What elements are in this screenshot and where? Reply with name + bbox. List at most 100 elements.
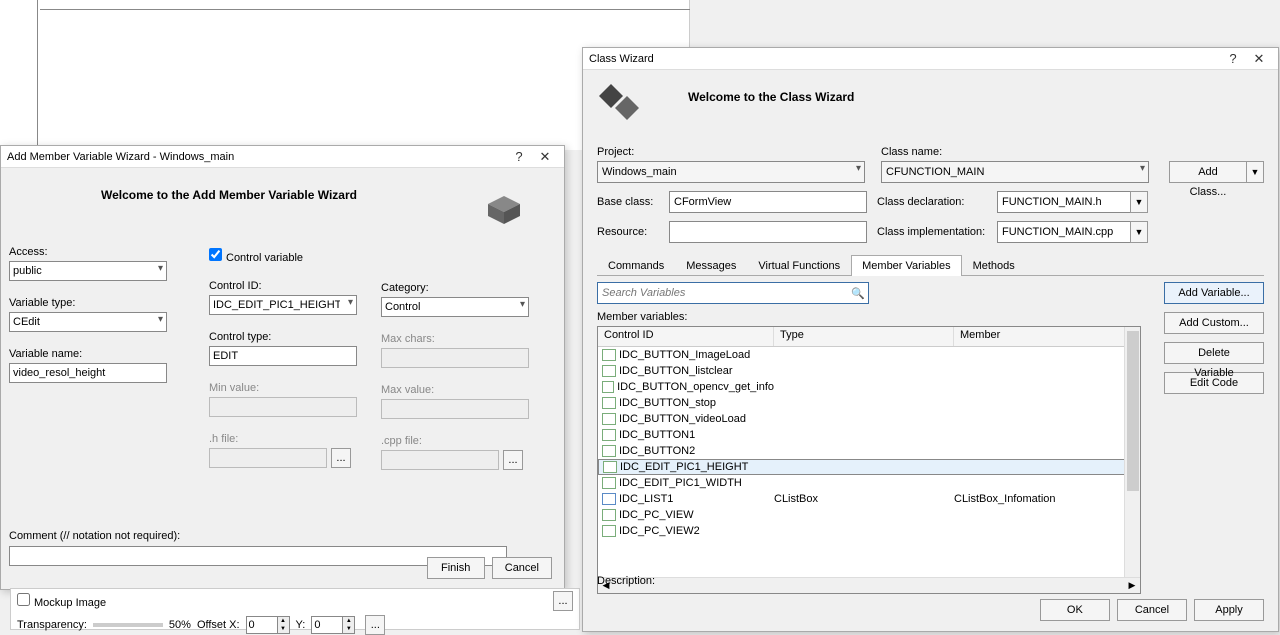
offset-y-label: Y:: [296, 619, 306, 631]
class-implementation-input[interactable]: [997, 221, 1131, 243]
grid-row[interactable]: IDC_BUTTON_videoLoad: [598, 411, 1140, 427]
offset-x-spinner[interactable]: ▲▼: [246, 616, 290, 634]
grid-header-type[interactable]: Type: [774, 327, 954, 346]
variable-bound-icon: [602, 493, 616, 505]
grid-row[interactable]: IDC_BUTTON_ImageLoad: [598, 347, 1140, 363]
max-value-input: [381, 399, 529, 419]
search-variables-input[interactable]: [598, 287, 848, 299]
control-icon: [602, 477, 616, 489]
vertical-scrollbar[interactable]: [1124, 327, 1140, 593]
add-class-button[interactable]: Add Class...: [1169, 161, 1247, 183]
transparency-slider[interactable]: [93, 623, 163, 627]
variable-name-label: Variable name:: [9, 348, 167, 360]
horizontal-scrollbar[interactable]: ◀ ▶: [598, 577, 1140, 593]
control-icon: [602, 429, 616, 441]
grid-header-member[interactable]: Member: [954, 327, 1140, 346]
class-name-select[interactable]: CFUNCTION_MAIN: [881, 161, 1149, 183]
control-icon: [603, 461, 617, 473]
grid-row[interactable]: IDC_PC_VIEW2: [598, 523, 1140, 539]
grid-row[interactable]: IDC_BUTTON_stop: [598, 395, 1140, 411]
h-file-browse-button: ...: [331, 448, 351, 468]
variable-type-label: Variable type:: [9, 297, 167, 309]
control-icon: [602, 365, 616, 377]
grid-cell-control-id: IDC_PC_VIEW2: [619, 525, 700, 537]
mockup-image-checkbox-label[interactable]: Mockup Image: [17, 593, 106, 609]
tab-methods[interactable]: Methods: [962, 255, 1026, 276]
resource-input[interactable]: [669, 221, 867, 243]
grid-row[interactable]: IDC_PC_VIEW: [598, 507, 1140, 523]
base-class-label: Base class:: [597, 196, 659, 208]
scroll-right-icon[interactable]: ▶: [1124, 580, 1140, 591]
offset-more-button[interactable]: ...: [365, 615, 385, 635]
offset-y-spinner[interactable]: ▲▼: [311, 616, 355, 634]
variable-name-input[interactable]: [9, 363, 167, 383]
wizard-icon: [597, 78, 641, 122]
tab-virtual-functions[interactable]: Virtual Functions: [747, 255, 851, 276]
left-title-bar[interactable]: Add Member Variable Wizard - Windows_mai…: [1, 146, 564, 168]
cancel-button[interactable]: Cancel: [492, 557, 552, 579]
access-select[interactable]: public: [9, 261, 167, 281]
control-icon: [602, 525, 616, 537]
grid-row[interactable]: IDC_BUTTON_opencv_get_info: [598, 379, 1140, 395]
grid-cell-control-id: IDC_BUTTON_stop: [619, 397, 716, 409]
control-variable-checkbox-label[interactable]: Control variable: [209, 252, 303, 264]
class-implementation-dropdown[interactable]: ▼: [1130, 221, 1148, 243]
apply-button[interactable]: Apply: [1194, 599, 1264, 621]
tab-member-variables[interactable]: Member Variables: [851, 255, 961, 276]
grid-row[interactable]: IDC_EDIT_PIC1_HEIGHT: [598, 459, 1140, 475]
edit-code-button[interactable]: Edit Code: [1164, 372, 1264, 394]
grid-row[interactable]: IDC_BUTTON2: [598, 443, 1140, 459]
grid-cell-control-id: IDC_BUTTON_videoLoad: [619, 413, 746, 425]
grid-body: IDC_BUTTON_ImageLoadIDC_BUTTON_listclear…: [598, 347, 1140, 557]
search-icon[interactable]: 🔍: [848, 287, 868, 300]
grid-row[interactable]: IDC_BUTTON1: [598, 427, 1140, 443]
finish-button[interactable]: Finish: [427, 557, 485, 579]
close-button[interactable]: ✕: [532, 149, 558, 165]
ok-button[interactable]: OK: [1040, 599, 1110, 621]
cpp-file-label: .cpp file:: [381, 435, 529, 447]
control-icon: [602, 397, 616, 409]
grid-cell-type: CListBox: [774, 493, 954, 505]
right-title-bar[interactable]: Class Wizard ? ✕: [583, 48, 1278, 70]
close-button[interactable]: ✕: [1246, 51, 1272, 67]
grid-cell-control-id: IDC_BUTTON_opencv_get_info: [617, 381, 774, 393]
tab-messages[interactable]: Messages: [675, 255, 747, 276]
search-variables-box[interactable]: 🔍: [597, 282, 869, 304]
h-file-input: [209, 448, 327, 468]
access-label: Access:: [9, 246, 167, 258]
help-button[interactable]: ?: [506, 149, 532, 164]
class-declaration-input[interactable]: [997, 191, 1131, 213]
grid-cell-control-id: IDC_EDIT_PIC1_WIDTH: [619, 477, 742, 489]
member-variables-grid: Control ID Type Member IDC_BUTTON_ImageL…: [597, 326, 1141, 594]
grid-header-control-id[interactable]: Control ID: [598, 327, 774, 346]
right-welcome-heading: Welcome to the Class Wizard: [688, 90, 854, 104]
add-variable-button[interactable]: Add Variable...: [1164, 282, 1264, 304]
cpp-file-browse-button: ...: [503, 450, 523, 470]
variable-type-select[interactable]: CEdit: [9, 312, 167, 332]
control-id-select[interactable]: IDC_EDIT_PIC1_HEIGHT: [209, 295, 357, 315]
grid-cell-control-id: IDC_PC_VIEW: [619, 509, 694, 521]
mockup-image-panel: Mockup Image ... Transparency: 50% Offse…: [10, 588, 580, 630]
h-file-label: .h file:: [209, 433, 357, 445]
max-chars-label: Max chars:: [381, 333, 529, 345]
control-id-label: Control ID:: [209, 280, 357, 292]
class-wizard-dialog: Class Wizard ? ✕ Welcome to the Class Wi…: [582, 47, 1279, 632]
project-select[interactable]: Windows_main: [597, 161, 865, 183]
control-type-input[interactable]: [209, 346, 357, 366]
mockup-image-checkbox[interactable]: [17, 593, 30, 606]
mockup-more-button[interactable]: ...: [553, 591, 573, 611]
grid-row[interactable]: IDC_EDIT_PIC1_WIDTH: [598, 475, 1140, 491]
cancel-button[interactable]: Cancel: [1117, 599, 1187, 621]
control-variable-checkbox[interactable]: [209, 248, 222, 261]
category-select[interactable]: Control: [381, 297, 529, 317]
tab-commands[interactable]: Commands: [597, 255, 675, 276]
delete-variable-button[interactable]: Delete Variable: [1164, 342, 1264, 364]
class-implementation-label: Class implementation:: [877, 226, 987, 238]
base-class-input[interactable]: [669, 191, 867, 213]
add-class-dropdown-button[interactable]: ▼: [1246, 161, 1264, 183]
add-custom-button[interactable]: Add Custom...: [1164, 312, 1264, 334]
class-declaration-dropdown[interactable]: ▼: [1130, 191, 1148, 213]
grid-row[interactable]: IDC_BUTTON_listclear: [598, 363, 1140, 379]
help-button[interactable]: ?: [1220, 51, 1246, 66]
grid-row[interactable]: IDC_LIST1CListBoxCListBox_Infomation: [598, 491, 1140, 507]
